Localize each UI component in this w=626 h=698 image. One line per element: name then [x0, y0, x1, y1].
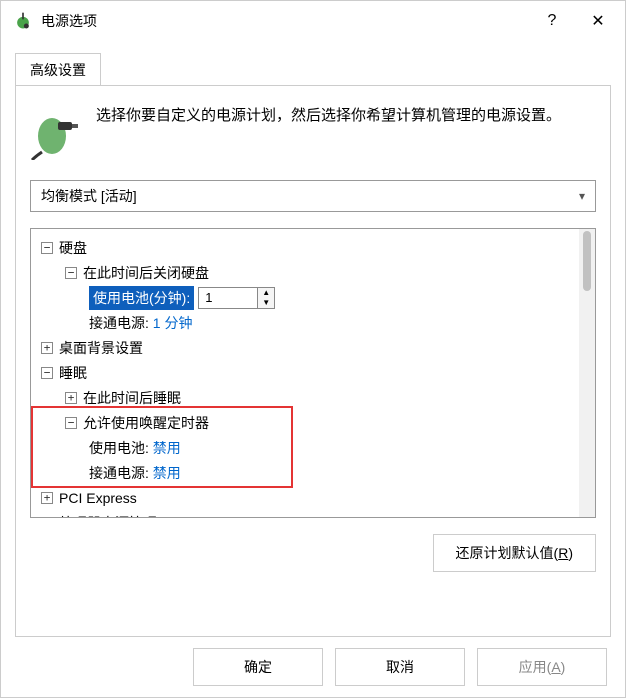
power-options-window: 电源选项 ? ✕ 高级设置 选择你要自定义的电源计划，然后选择你希望计算机管理的… [0, 0, 626, 698]
power-plug-icon [30, 104, 78, 160]
tab-strip: 高级设置 [15, 53, 611, 86]
power-icon [13, 11, 33, 31]
chevron-down-icon: ▾ [579, 189, 585, 203]
expand-icon[interactable]: + [65, 392, 77, 404]
dialog-body: 高级设置 选择你要自定义的电源计划，然后选择你希望计算机管理的电源设置。 均衡模… [1, 41, 625, 637]
ok-button[interactable]: 确定 [193, 648, 323, 686]
collapse-icon[interactable]: − [65, 417, 77, 429]
titlebar: 电源选项 ? ✕ [1, 1, 625, 41]
minutes-input[interactable] [199, 288, 257, 308]
tab-panel: 选择你要自定义的电源计划，然后选择你希望计算机管理的电源设置。 均衡模式 [活动… [15, 85, 611, 637]
tree-item-hard-disk[interactable]: −硬盘 [35, 235, 575, 260]
apply-button[interactable]: 应用(A) [477, 648, 607, 686]
collapse-icon[interactable]: − [41, 242, 53, 254]
tree-item-disk-plugged[interactable]: 接通电源: 1 分钟 [35, 310, 575, 335]
restore-defaults-button[interactable]: 还原计划默认值(R) [433, 534, 596, 572]
tree-item-wake-plugged[interactable]: 接通电源: 禁用 [35, 460, 575, 485]
tree-item-sleep[interactable]: −睡眠 [35, 360, 575, 385]
tree-item-turn-off-disk[interactable]: −在此时间后关闭硬盘 [35, 260, 575, 285]
spinner-up-icon[interactable]: ▲ [258, 288, 274, 298]
minutes-spinner[interactable]: ▲ ▼ [198, 287, 275, 309]
intro-text: 选择你要自定义的电源计划，然后选择你希望计算机管理的电源设置。 [96, 104, 561, 128]
cancel-button[interactable]: 取消 [335, 648, 465, 686]
tab-advanced[interactable]: 高级设置 [15, 53, 101, 86]
selected-setting-label: 使用电池(分钟): [89, 286, 194, 310]
tree-item-sleep-after[interactable]: +在此时间后睡眠 [35, 385, 575, 410]
tree-scrollbar[interactable] [579, 229, 595, 517]
spinner-down-icon[interactable]: ▼ [258, 298, 274, 308]
window-title: 电源选项 [41, 11, 529, 31]
close-button[interactable]: ✕ [575, 3, 621, 39]
collapse-icon[interactable]: − [41, 367, 53, 379]
intro-row: 选择你要自定义的电源计划，然后选择你希望计算机管理的电源设置。 [30, 104, 596, 160]
help-button[interactable]: ? [529, 3, 575, 39]
tree-item-desktop-bg[interactable]: +桌面背景设置 [35, 335, 575, 360]
collapse-icon[interactable]: − [65, 267, 77, 279]
plan-select-value: 均衡模式 [活动] [41, 186, 579, 206]
expand-icon[interactable]: + [41, 492, 53, 504]
expand-icon[interactable]: + [41, 517, 53, 518]
power-plan-select[interactable]: 均衡模式 [活动] ▾ [30, 180, 596, 212]
tree-item-disk-battery[interactable]: 使用电池(分钟): ▲ ▼ [35, 285, 575, 310]
dialog-footer: 确定 取消 应用(A) [1, 637, 625, 697]
expand-icon[interactable]: + [41, 342, 53, 354]
settings-tree-wrap: −硬盘 −在此时间后关闭硬盘 使用电池(分钟): ▲ ▼ [30, 228, 596, 518]
tree-item-wake-timers[interactable]: −允许使用唤醒定时器 [35, 410, 575, 435]
tree-item-cpu-power[interactable]: +处理器电源管理 [35, 510, 575, 517]
settings-tree[interactable]: −硬盘 −在此时间后关闭硬盘 使用电池(分钟): ▲ ▼ [31, 229, 579, 517]
tree-item-wake-battery[interactable]: 使用电池: 禁用 [35, 435, 575, 460]
scroll-thumb[interactable] [583, 231, 591, 291]
tree-item-pci-express[interactable]: +PCI Express [35, 485, 575, 510]
